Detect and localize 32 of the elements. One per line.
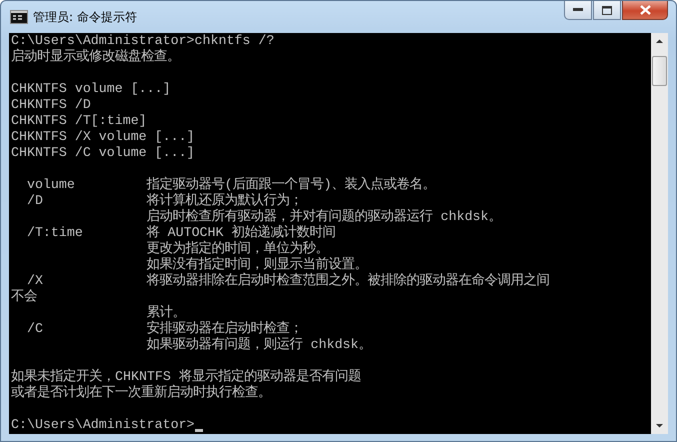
console-line: 如果没有指定时间，则显示当前设置。 [146, 257, 369, 272]
minimize-icon [573, 8, 583, 12]
console-line: C:\Users\Administrator>chkntfs /? [11, 33, 276, 48]
scroll-thumb[interactable] [652, 56, 667, 86]
console-line: 如果驱动器有问题，则运行 chkdsk。 [146, 337, 373, 353]
console-line: 如果未指定开关，CHKNTFS 将显示指定的驱动器是否有问题 [11, 369, 362, 384]
console-line: /C 安排驱动器在启动时检查； [26, 321, 304, 337]
close-icon [640, 5, 650, 15]
cursor-icon [194, 429, 203, 432]
console-line: CHKNTFS /C volume [...] [11, 145, 196, 161]
console-line: 更改为指定的时间，单位为秒。 [146, 241, 330, 256]
console-line: CHKNTFS /T[:time] [11, 113, 148, 129]
maximize-icon [602, 6, 612, 14]
console-line: /T:time 将 AUTOCHK 初始递减计数时间 [26, 225, 336, 240]
window-title: 管理员: 命令提示符 [33, 8, 137, 26]
maximize-button[interactable] [593, 1, 621, 20]
console-line: CHKNTFS volume [...] [11, 81, 172, 97]
console-line: /D 将计算机还原为默认行为； [26, 193, 304, 208]
console-line: 累计。 [146, 305, 187, 320]
minimize-button[interactable] [564, 1, 592, 20]
console-line: /X 将驱动器排除在启动时检查范围之外。被排除的驱动器在命令调用之间 [26, 273, 551, 289]
scrollbar[interactable] [651, 33, 668, 434]
close-button[interactable] [622, 1, 668, 20]
console-line: CHKNTFS /D [11, 97, 92, 113]
console-line: 或者是否计划在下一次重新启动时执行检查。 [11, 385, 272, 401]
console-line: CHKNTFS /X volume [...] [11, 129, 196, 145]
console-icon [10, 10, 28, 24]
console-line: volume 指定驱动器号(后面跟一个冒号)、装入点或卷名。 [26, 177, 437, 192]
command-prompt: C:\Users\Administrator> [11, 417, 195, 433]
console-line: 不会 [11, 289, 38, 305]
console-line: 启动时检查所有驱动器，并对有问题的驱动器运行 chkdsk。 [146, 209, 503, 224]
console-line: 启动时显示或修改磁盘检查。 [11, 49, 181, 65]
